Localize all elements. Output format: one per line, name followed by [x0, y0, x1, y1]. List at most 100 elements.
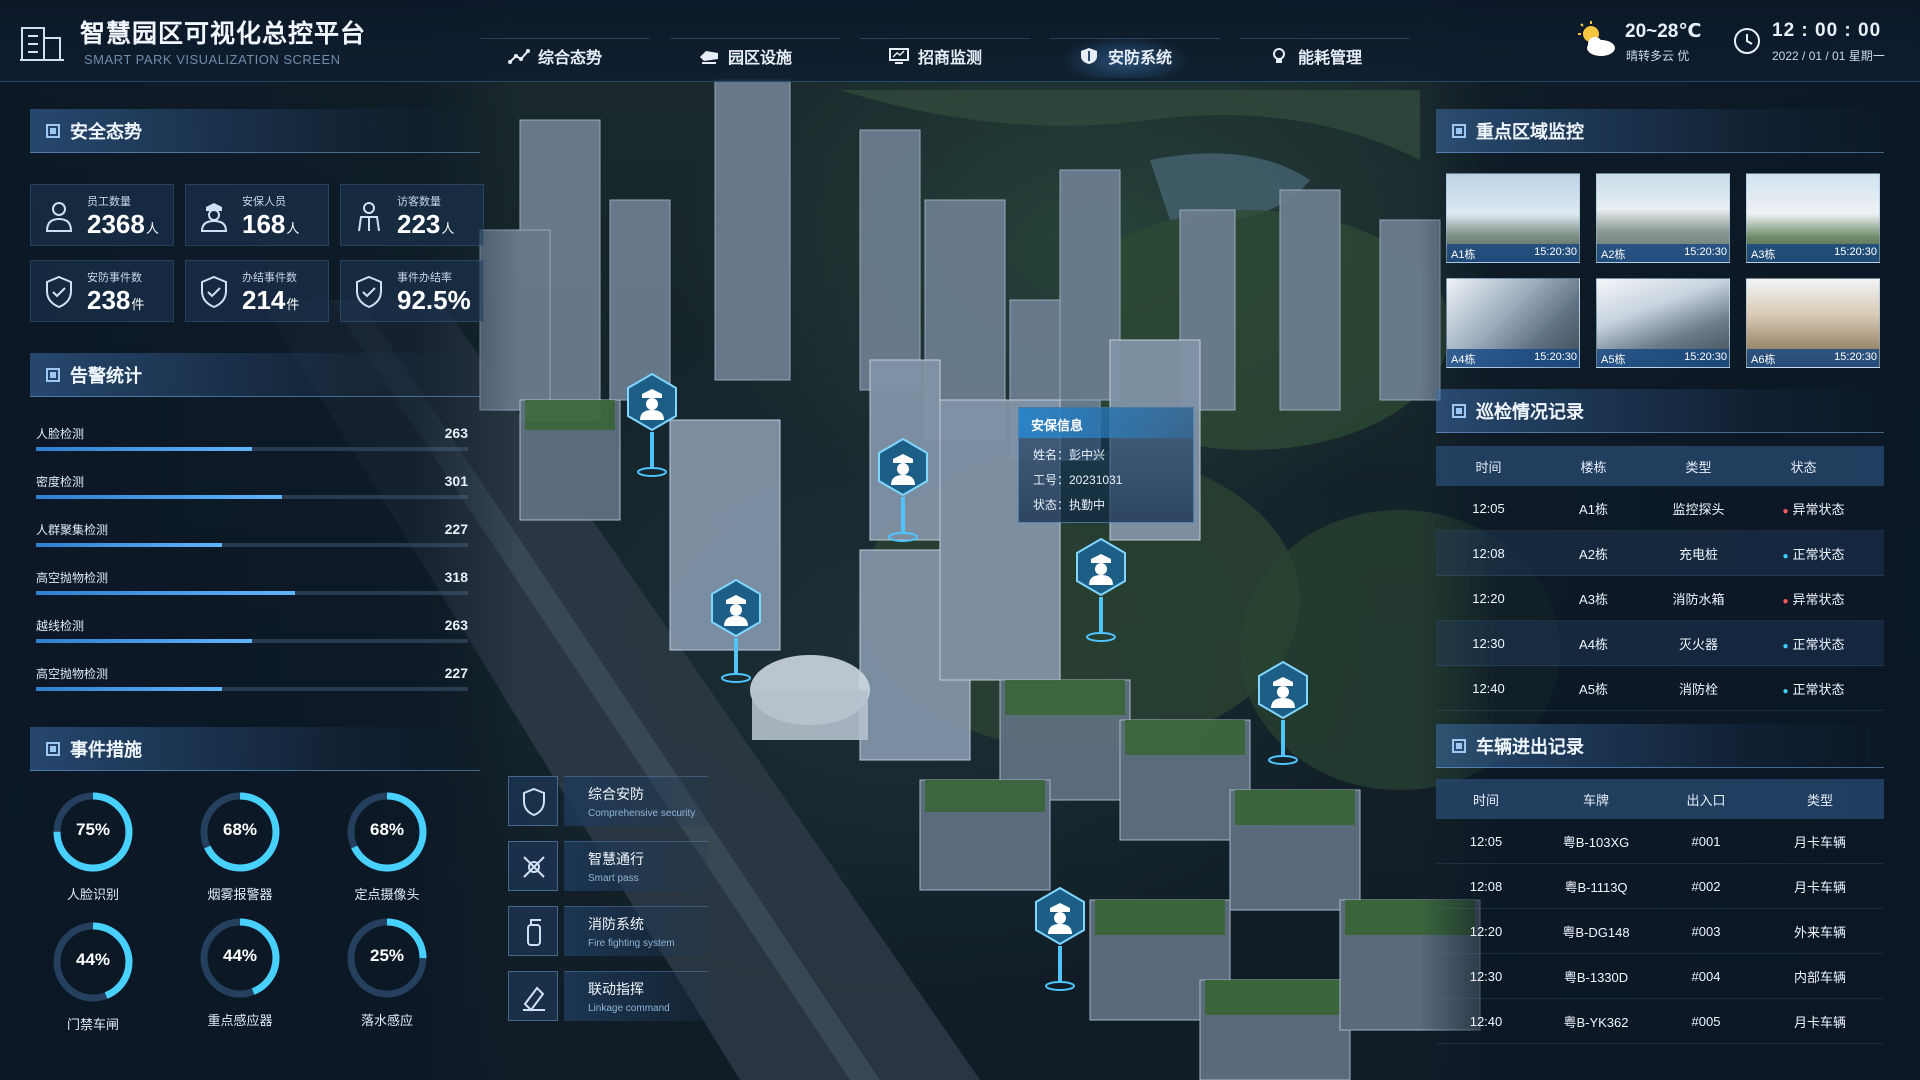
alarm-label: 高空抛物检测	[36, 571, 109, 585]
guard-marker-icon[interactable]	[708, 578, 764, 688]
monitor-icon	[888, 48, 909, 64]
alarm-item: 高空抛物检测 318	[36, 569, 468, 603]
cell-vehicle-type: 月卡车辆	[1793, 1014, 1846, 1030]
command-icon	[523, 986, 545, 1012]
panel-title: 车辆进出记录	[1476, 736, 1584, 757]
table-row[interactable]: 12:05 A1栋 监控探头 ● 异常状态	[1436, 486, 1884, 531]
guard-marker-icon[interactable]	[624, 372, 680, 482]
cell-gate: #002	[1691, 878, 1721, 894]
fire-fighting-button[interactable]: 消防系统 Fire fighting system	[508, 906, 708, 956]
table-row[interactable]: 12:08 粤B-1113Q #002 月卡车辆	[1436, 864, 1884, 909]
alarm-label: 人群聚集检测	[36, 523, 109, 537]
table-row[interactable]: 12:40 粤B-YK362 #005 月卡车辆	[1436, 999, 1884, 1044]
table-row[interactable]: 12:05 粤B-103XG #001 月卡车辆	[1436, 819, 1884, 864]
guard-marker-icon[interactable]	[1255, 660, 1311, 770]
button-sublabel: Comprehensive security	[588, 808, 696, 819]
tab-security[interactable]: 安防系统	[1030, 34, 1220, 78]
table-row[interactable]: 12:30 粤B-1330D #004 内部车辆	[1436, 954, 1884, 999]
tab-energy[interactable]: 能耗管理	[1220, 34, 1410, 78]
extinguisher-icon	[527, 919, 541, 946]
tab-overview[interactable]: 综合态势	[460, 34, 650, 78]
alarm-panel-header: 告警统计	[30, 353, 480, 397]
comprehensive-security-button[interactable]: 综合安防 Comprehensive security	[508, 776, 708, 826]
alarm-item: 越线检测 263	[36, 617, 468, 651]
alarm-bar-track	[36, 687, 468, 691]
button-text-box: 智慧通行 Smart pass	[564, 841, 708, 891]
table-row[interactable]: 12:20 A3栋 消防水箱 ● 异常状态	[1436, 576, 1884, 621]
table-row[interactable]: 12:30 A4栋 灭火器 ● 正常状态	[1436, 621, 1884, 666]
camera-name: A1栋	[1451, 249, 1476, 261]
panel-title: 巡检情况记录	[1476, 401, 1584, 422]
stat-value: 223人	[397, 209, 454, 240]
ring-label: 定点摄像头	[354, 887, 420, 902]
cell-plate: 粤B-YK362	[1563, 1014, 1629, 1030]
cell-vehicle-type: 外来车辆	[1793, 924, 1846, 940]
cell-time: 12:05	[1469, 833, 1503, 849]
temperature: 20~28℃	[1625, 21, 1702, 42]
column-header: 状态	[1790, 459, 1817, 475]
column-header: 类型	[1685, 459, 1712, 475]
camera-name: A3栋	[1751, 249, 1776, 261]
alarm-label: 人脸检测	[36, 427, 85, 441]
table-row[interactable]: 12:08 A2栋 充电桩 ● 正常状态	[1436, 531, 1884, 576]
stat-card: 事件办结率 92.5%	[340, 260, 484, 322]
page-title: 智慧园区可视化总控平台	[80, 20, 367, 48]
cell-time: 12:08	[1469, 878, 1503, 894]
guard-marker-icon[interactable]	[1073, 537, 1129, 647]
pass-icon	[523, 856, 545, 878]
button-sublabel: Smart pass	[588, 873, 639, 884]
stat-number: 2368	[87, 209, 145, 239]
tab-facilities[interactable]: 园区设施	[650, 34, 840, 78]
column-header: 车牌	[1582, 792, 1609, 808]
measures-panel-header: 事件措施	[30, 727, 480, 771]
panel-square-icon	[1452, 403, 1466, 418]
cell-type: 充电桩	[1678, 546, 1718, 562]
cell-plate: 粤B-DG148	[1562, 924, 1630, 940]
camera-time: 15:20:30	[1534, 351, 1577, 363]
camera-feed[interactable]: A2栋 15:20:30	[1596, 173, 1730, 263]
alarm-item: 密度检测 301	[36, 473, 468, 507]
ring-value: 75%	[75, 820, 111, 839]
stat-label: 办结事件数	[242, 272, 297, 284]
button-label: 消防系统	[588, 916, 644, 932]
alarm-bar-track	[36, 591, 468, 595]
cell-plate: 粤B-1330D	[1563, 969, 1629, 985]
ring-gauge: 25% 落水感应	[327, 916, 447, 1034]
cell-vehicle-type: 月卡车辆	[1793, 879, 1846, 895]
cell-gate: #001	[1691, 833, 1721, 849]
guard-icon	[200, 203, 228, 232]
guard-marker-icon[interactable]	[875, 437, 931, 547]
top-header: 智慧园区可视化总控平台 SMART PARK VISUALIZATION SCR…	[0, 0, 1920, 82]
linkage-command-button[interactable]: 联动指挥 Linkage command	[508, 971, 708, 1021]
camera-feed[interactable]: A1栋 15:20:30	[1446, 173, 1580, 263]
stat-number: 168	[242, 209, 286, 239]
button-label: 联动指挥	[588, 981, 644, 997]
alarm-bar-track	[36, 447, 468, 451]
camera-feed[interactable]: A5栋 15:20:30	[1596, 278, 1730, 368]
employee-icon	[45, 202, 73, 232]
camera-time: 15:20:30	[1834, 246, 1877, 258]
panel-square-icon	[46, 741, 60, 756]
ring-gauge: 68% 定点摄像头	[327, 790, 447, 908]
tab-investment[interactable]: 招商监测	[840, 34, 1030, 78]
ring-value: 68%	[222, 820, 258, 839]
smart-pass-button[interactable]: 智慧通行 Smart pass	[508, 841, 708, 891]
camera-time: 15:20:30	[1684, 351, 1727, 363]
guard-marker-icon[interactable]	[1032, 886, 1088, 996]
camera-feed[interactable]: A3栋 15:20:30	[1746, 173, 1880, 263]
camera-footer: A2栋 15:20:30	[1597, 244, 1729, 262]
cell-building: A5栋	[1579, 681, 1608, 697]
camera-name: A4栋	[1451, 354, 1476, 366]
camera-feed[interactable]: A4栋 15:20:30	[1446, 278, 1580, 368]
table-row[interactable]: 12:20 粤B-DG148 #003 外来车辆	[1436, 909, 1884, 954]
cell-time: 12:20	[1472, 590, 1505, 606]
popup-title: 安保信息	[1019, 408, 1193, 438]
stat-card: 安保人员 168人	[185, 184, 329, 246]
shield-check-icon	[356, 275, 382, 309]
guard-id: 工号：20231031	[1033, 473, 1123, 487]
cell-vehicle-type: 内部车辆	[1793, 969, 1846, 985]
cell-building: A1栋	[1579, 501, 1608, 517]
table-row[interactable]: 12:40 A5栋 消防栓 ● 正常状态	[1436, 666, 1884, 711]
stat-value: 92.5%	[397, 285, 472, 316]
camera-feed[interactable]: A6栋 15:20:30	[1746, 278, 1880, 368]
